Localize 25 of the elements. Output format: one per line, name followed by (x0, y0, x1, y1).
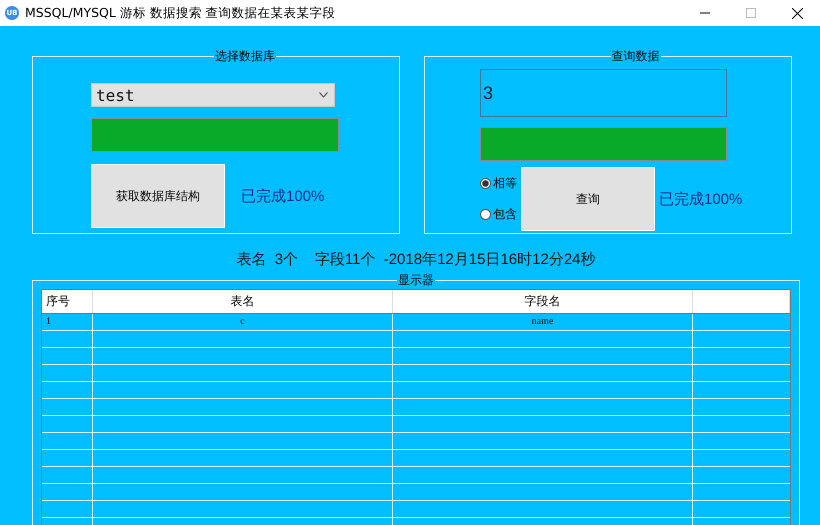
group-title: 选择数据库 (214, 48, 276, 65)
summary-text: 表名 3个 字段11个 -2018年12月15日16时12分24秒 (235, 250, 597, 270)
fetch-structure-button[interactable]: 获取数据库结构 (91, 164, 225, 228)
close-icon[interactable] (792, 8, 802, 18)
radio-button[interactable] (480, 209, 491, 220)
radio-option[interactable]: 包含 (480, 206, 517, 223)
group-title: 显示器 (397, 272, 435, 289)
group-title: 查询数据 (610, 48, 660, 65)
status-text: 已完成100% (241, 186, 324, 206)
status-text: 已完成100% (659, 190, 742, 208)
table-cell: name (393, 314, 693, 330)
caret-icon (319, 92, 328, 98)
column-header: 序号 (42, 290, 93, 313)
radio-label: 相等 (493, 175, 517, 192)
database-dropdown[interactable]: test (91, 83, 335, 107)
query-button[interactable]: 查询 (521, 167, 655, 231)
column-header: 字段名 (393, 290, 693, 313)
table-cell: c (93, 314, 393, 330)
radio-option[interactable]: 相等 (480, 175, 517, 192)
radio-button[interactable] (480, 178, 491, 189)
window-title: MSSQL/MYSQL 游标 数据搜索 查询数据在某表某字段 (25, 4, 336, 22)
table-cell: 1 (42, 314, 93, 330)
radio-label: 包含 (493, 206, 517, 223)
query-field[interactable]: 3 (480, 69, 727, 117)
column-header: 表名 (93, 290, 393, 313)
